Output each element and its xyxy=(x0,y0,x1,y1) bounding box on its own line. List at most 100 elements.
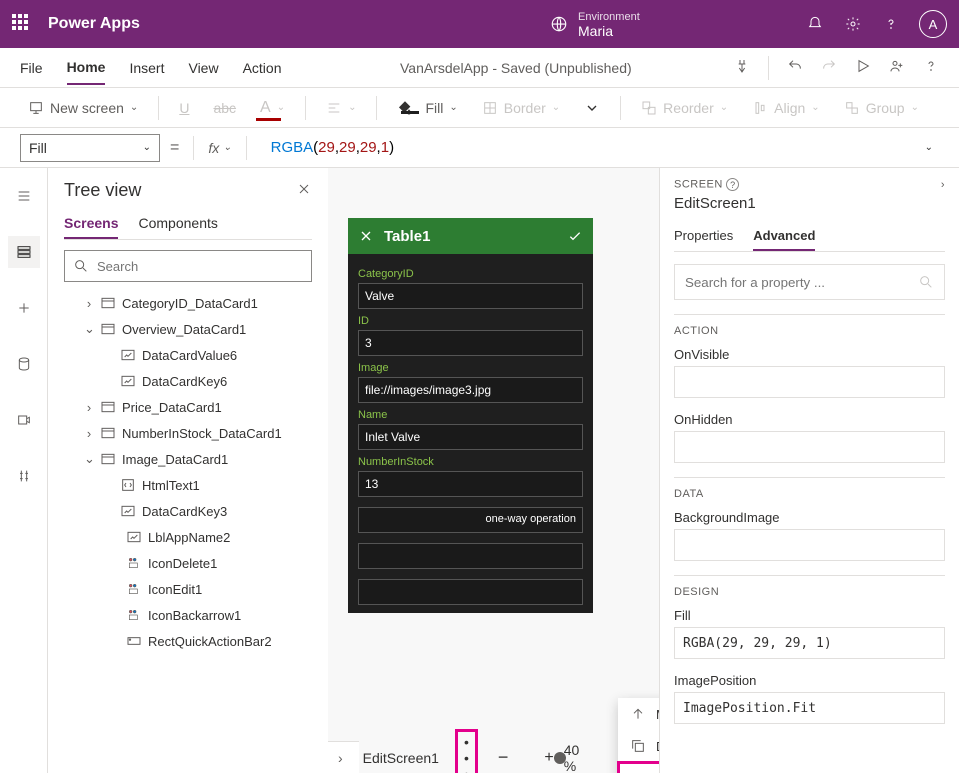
app-title: Power Apps xyxy=(48,15,140,33)
context-menu: Move upDuplicate screenDeleteRenameColla… xyxy=(618,698,659,773)
play-icon[interactable] xyxy=(855,58,871,77)
data-icon[interactable] xyxy=(8,348,40,380)
bottom-chevron[interactable]: › xyxy=(338,750,343,766)
context-menu-move-up[interactable]: Move up xyxy=(618,698,659,730)
menu-file[interactable]: File xyxy=(20,52,43,84)
group-button[interactable]: Group⌄ xyxy=(836,96,927,120)
bottom-screen-name[interactable]: EditScreen1 xyxy=(363,750,439,766)
tree-item[interactable]: IconDelete1 xyxy=(64,550,312,576)
fill-button[interactable]: Fill ⌄ xyxy=(389,96,465,120)
section-design: DESIGN xyxy=(674,575,945,598)
prop-fill-input[interactable]: RGBA(29, 29, 29, 1) xyxy=(674,627,945,659)
redo-icon[interactable] xyxy=(821,58,837,77)
zoom-out-icon[interactable]: − xyxy=(498,747,509,768)
prop-onvisible-label: OnVisible xyxy=(674,347,945,362)
app-checker-icon[interactable] xyxy=(734,58,750,77)
top-bar: Power Apps Environment Maria A xyxy=(0,0,959,48)
tree-item[interactable]: RectQuickActionBar2 xyxy=(64,628,312,654)
insert-icon[interactable] xyxy=(8,292,40,324)
context-menu-duplicate-screen[interactable]: Duplicate screen xyxy=(618,730,659,762)
tab-advanced[interactable]: Advanced xyxy=(753,222,815,251)
close-tree-icon[interactable] xyxy=(296,181,312,200)
tree-item[interactable]: DataCardValue6 xyxy=(64,342,312,368)
tree-item[interactable]: LblAppName2 xyxy=(64,524,312,550)
tab-properties[interactable]: Properties xyxy=(674,222,733,251)
tree-item[interactable]: IconEdit1 xyxy=(64,576,312,602)
tree-item[interactable]: DataCardKey3 xyxy=(64,498,312,524)
formula-expand[interactable]: ⌄ xyxy=(925,142,933,153)
form-field-input[interactable]: Valve xyxy=(358,283,583,309)
form-field-input[interactable]: Inlet Valve xyxy=(358,424,583,450)
canvas[interactable]: Table1 CategoryIDValveID3Imagefile://ima… xyxy=(328,168,659,773)
underline-button[interactable]: U xyxy=(171,96,197,120)
waffle-icon[interactable] xyxy=(12,14,32,34)
reorder-button[interactable]: Reorder⌄ xyxy=(633,96,736,120)
form-field-input[interactable]: 13 xyxy=(358,471,583,497)
font-color-button[interactable]: A⌄ xyxy=(252,95,293,121)
environment-name: Maria xyxy=(578,24,640,38)
context-menu-delete[interactable]: Delete xyxy=(617,761,659,773)
tree-item[interactable]: ›Price_DataCard1 xyxy=(64,394,312,420)
tree-item[interactable]: ⌄Image_DataCard1 xyxy=(64,446,312,472)
check-icon[interactable] xyxy=(567,228,583,244)
tab-components[interactable]: Components xyxy=(138,209,217,239)
share-icon[interactable] xyxy=(889,58,905,77)
tree-item[interactable]: ⌄Overview_DataCard1 xyxy=(64,316,312,342)
new-screen-button[interactable]: New screen ⌄ xyxy=(20,96,146,120)
search-icon xyxy=(918,274,934,290)
notifications-icon[interactable] xyxy=(805,14,825,34)
property-selector[interactable]: Fill ⌄ xyxy=(20,134,160,162)
close-icon[interactable] xyxy=(358,228,374,244)
formula-bar: Fill ⌄ = fx⌄ RGBA(29, 29, 29, 1) ⌄ xyxy=(0,128,959,168)
formula-input[interactable]: RGBA(29, 29, 29, 1) xyxy=(261,134,915,162)
section-data: DATA xyxy=(674,477,945,500)
tree-list: ›CategoryID_DataCard1⌄Overview_DataCard1… xyxy=(64,290,312,654)
tree-search-input[interactable] xyxy=(97,259,303,274)
property-search-input[interactable] xyxy=(685,275,918,290)
menu-insert[interactable]: Insert xyxy=(129,52,164,84)
settings-icon[interactable] xyxy=(843,14,863,34)
help-icon2[interactable] xyxy=(923,58,939,77)
tree-item[interactable]: DataCardKey6 xyxy=(64,368,312,394)
tree-item[interactable]: HtmlText1 xyxy=(64,472,312,498)
menu-home[interactable]: Home xyxy=(67,51,106,85)
form-field-input[interactable]: 3 xyxy=(358,330,583,356)
search-icon xyxy=(73,258,89,274)
prop-bgimage-input[interactable] xyxy=(674,529,945,561)
screen-icon xyxy=(28,100,44,116)
prop-onvisible-input[interactable] xyxy=(674,366,945,398)
strikethrough-button[interactable]: abc xyxy=(205,96,244,120)
prop-onhidden-input[interactable] xyxy=(674,431,945,463)
tree-item[interactable]: ›NumberInStock_DataCard1 xyxy=(64,420,312,446)
form-field-input[interactable]: file://images/image3.jpg xyxy=(358,377,583,403)
property-search[interactable] xyxy=(674,264,945,300)
menu-view[interactable]: View xyxy=(188,52,218,84)
form-preview: Table1 CategoryIDValveID3Imagefile://ima… xyxy=(348,218,593,613)
chevron-expand-button[interactable] xyxy=(576,96,608,120)
menu-action[interactable]: Action xyxy=(243,52,282,84)
media-icon[interactable] xyxy=(8,404,40,436)
tree-search[interactable] xyxy=(64,250,312,282)
zoom-in-icon[interactable]: + xyxy=(544,749,553,767)
prop-imageposition-input[interactable]: ImagePosition.Fit xyxy=(674,692,945,724)
tree-item[interactable]: IconBackarrow1 xyxy=(64,602,312,628)
undo-icon[interactable] xyxy=(787,58,803,77)
hamburger-icon[interactable] xyxy=(8,180,40,212)
panel-chevron-icon[interactable]: › xyxy=(941,179,945,191)
environment-label: Environment xyxy=(578,10,640,24)
zoom-value: 40 % xyxy=(564,742,580,773)
border-button[interactable]: Border ⌄ xyxy=(474,96,568,120)
tab-screens[interactable]: Screens xyxy=(64,209,118,239)
tools-icon[interactable] xyxy=(8,460,40,492)
prop-imageposition-label: ImagePosition xyxy=(674,673,945,688)
tree-item[interactable]: ›CategoryID_DataCard1 xyxy=(64,290,312,316)
form-title: Table1 xyxy=(384,228,557,245)
fx-icon[interactable]: fx⌄ xyxy=(208,140,231,156)
align-button[interactable]: Align⌄ xyxy=(744,96,828,120)
environment-picker[interactable]: Environment Maria xyxy=(550,10,640,38)
align-text-button[interactable]: ⌄ xyxy=(318,96,364,120)
user-avatar[interactable]: A xyxy=(919,10,947,38)
help-icon[interactable] xyxy=(881,14,901,34)
more-options-button[interactable]: • • • xyxy=(455,729,478,773)
tree-view-icon[interactable] xyxy=(8,236,40,268)
